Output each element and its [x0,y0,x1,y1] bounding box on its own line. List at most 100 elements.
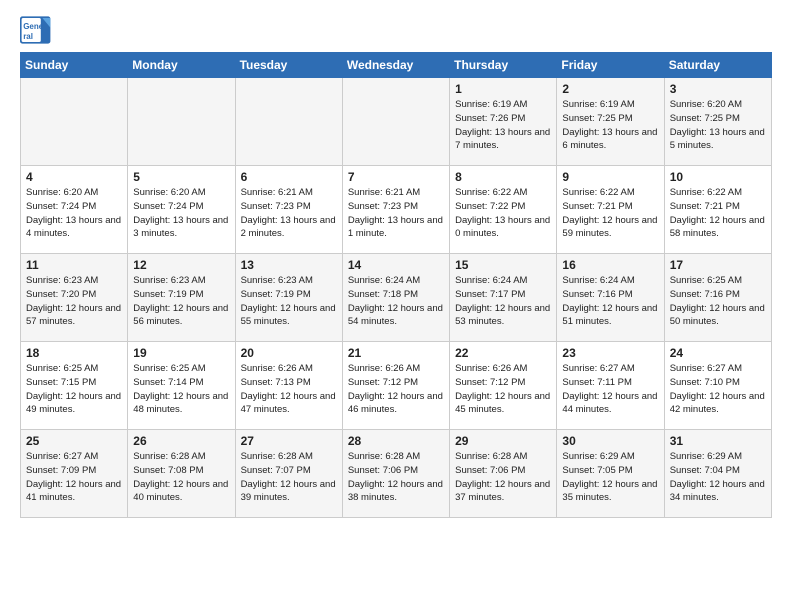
day-cell [342,78,449,166]
day-info: Sunrise: 6:28 AMSunset: 7:08 PMDaylight:… [133,450,229,505]
day-cell: 29 Sunrise: 6:28 AMSunset: 7:06 PMDayligh… [450,430,557,518]
day-cell: 3Sunrise: 6:20 AMSunset: 7:25 PMDaylight… [664,78,771,166]
day-number: 13 [241,258,337,272]
calendar-table: SundayMondayTuesdayWednesdayThursdayFrid… [20,52,772,518]
header-row: SundayMondayTuesdayWednesdayThursdayFrid… [21,53,772,78]
day-cell: 13 Sunrise: 6:23 AMSunset: 7:19 PMDayligh… [235,254,342,342]
logo: Gene- ral [20,16,56,44]
day-cell [128,78,235,166]
day-number: 27 [241,434,337,448]
day-number: 6 [241,170,337,184]
day-number: 29 [455,434,551,448]
day-info: Sunrise: 6:28 AMSunset: 7:06 PMDaylight:… [455,450,551,505]
day-cell: 10 Sunrise: 6:22 AMSunset: 7:21 PMDayligh… [664,166,771,254]
svg-text:Gene-: Gene- [23,22,46,31]
day-number: 17 [670,258,766,272]
day-info: Sunrise: 6:21 AMSunset: 7:23 PMDaylight:… [241,186,337,241]
day-cell: 11 Sunrise: 6:23 AMSunset: 7:20 PMDayligh… [21,254,128,342]
day-info: Sunrise: 6:23 AMSunset: 7:19 PMDaylight:… [133,274,229,329]
day-cell: 18 Sunrise: 6:25 AMSunset: 7:15 PMDayligh… [21,342,128,430]
day-number: 21 [348,346,444,360]
day-number: 30 [562,434,658,448]
logo-icon: Gene- ral [20,16,52,44]
day-info: Sunrise: 6:23 AMSunset: 7:19 PMDaylight:… [241,274,337,329]
week-row-2: 4 Sunrise: 6:20 AMSunset: 7:24 PMDaylight… [21,166,772,254]
day-info: Sunrise: 6:19 AMSunset: 7:26 PMDaylight:… [455,98,551,153]
header-day-saturday: Saturday [664,53,771,78]
day-info: Sunrise: 6:27 AMSunset: 7:09 PMDaylight:… [26,450,122,505]
day-info: Sunrise: 6:24 AMSunset: 7:18 PMDaylight:… [348,274,444,329]
day-cell: 28 Sunrise: 6:28 AMSunset: 7:06 PMDayligh… [342,430,449,518]
day-info: Sunrise: 6:25 AMSunset: 7:14 PMDaylight:… [133,362,229,417]
header-day-monday: Monday [128,53,235,78]
day-cell: 12 Sunrise: 6:23 AMSunset: 7:19 PMDayligh… [128,254,235,342]
calendar-body: 1 Sunrise: 6:19 AMSunset: 7:26 PMDaylight… [21,78,772,518]
day-cell: 22 Sunrise: 6:26 AMSunset: 7:12 PMDayligh… [450,342,557,430]
day-cell: 17 Sunrise: 6:25 AMSunset: 7:16 PMDayligh… [664,254,771,342]
day-cell: 21 Sunrise: 6:26 AMSunset: 7:12 PMDayligh… [342,342,449,430]
day-number: 18 [26,346,122,360]
day-number: 16 [562,258,658,272]
day-number: 10 [670,170,766,184]
day-cell: 30 Sunrise: 6:29 AMSunset: 7:05 PMDayligh… [557,430,664,518]
day-info: Sunrise: 6:20 AMSunset: 7:24 PMDaylight:… [133,186,229,241]
day-cell: 31 Sunrise: 6:29 AMSunset: 7:04 PMDayligh… [664,430,771,518]
day-cell: 26Sunrise: 6:28 AMSunset: 7:08 PMDayligh… [128,430,235,518]
day-info: Sunrise: 6:29 AMSunset: 7:04 PMDaylight:… [670,450,766,505]
day-cell: 19 Sunrise: 6:25 AMSunset: 7:14 PMDayligh… [128,342,235,430]
day-number: 31 [670,434,766,448]
week-row-1: 1 Sunrise: 6:19 AMSunset: 7:26 PMDaylight… [21,78,772,166]
day-cell: 9Sunrise: 6:22 AMSunset: 7:21 PMDaylight… [557,166,664,254]
day-info: Sunrise: 6:24 AMSunset: 7:17 PMDaylight:… [455,274,551,329]
day-info: Sunrise: 6:25 AMSunset: 7:16 PMDaylight:… [670,274,766,329]
svg-text:ral: ral [23,32,33,41]
day-cell: 15 Sunrise: 6:24 AMSunset: 7:17 PMDayligh… [450,254,557,342]
day-number: 3 [670,82,766,96]
day-info: Sunrise: 6:22 AMSunset: 7:21 PMDaylight:… [670,186,766,241]
day-info: Sunrise: 6:28 AMSunset: 7:06 PMDaylight:… [348,450,444,505]
day-number: 8 [455,170,551,184]
day-number: 11 [26,258,122,272]
day-info: Sunrise: 6:23 AMSunset: 7:20 PMDaylight:… [26,274,122,329]
day-info: Sunrise: 6:20 AMSunset: 7:24 PMDaylight:… [26,186,122,241]
day-info: Sunrise: 6:26 AMSunset: 7:12 PMDaylight:… [348,362,444,417]
day-info: Sunrise: 6:27 AMSunset: 7:11 PMDaylight:… [562,362,658,417]
day-cell: 2Sunrise: 6:19 AMSunset: 7:25 PMDaylight… [557,78,664,166]
day-number: 19 [133,346,229,360]
day-info: Sunrise: 6:25 AMSunset: 7:15 PMDaylight:… [26,362,122,417]
day-cell: 6 Sunrise: 6:21 AMSunset: 7:23 PMDaylight… [235,166,342,254]
day-number: 25 [26,434,122,448]
header-day-friday: Friday [557,53,664,78]
header-day-thursday: Thursday [450,53,557,78]
day-cell: 27 Sunrise: 6:28 AMSunset: 7:07 PMDayligh… [235,430,342,518]
header: Gene- ral [20,16,772,44]
header-day-wednesday: Wednesday [342,53,449,78]
day-number: 15 [455,258,551,272]
day-cell: 8Sunrise: 6:22 AMSunset: 7:22 PMDaylight… [450,166,557,254]
day-cell: 14 Sunrise: 6:24 AMSunset: 7:18 PMDayligh… [342,254,449,342]
day-number: 22 [455,346,551,360]
day-cell: 24Sunrise: 6:27 AMSunset: 7:10 PMDayligh… [664,342,771,430]
day-info: Sunrise: 6:26 AMSunset: 7:13 PMDaylight:… [241,362,337,417]
day-number: 20 [241,346,337,360]
day-cell: 20 Sunrise: 6:26 AMSunset: 7:13 PMDayligh… [235,342,342,430]
day-number: 1 [455,82,551,96]
day-cell: 4 Sunrise: 6:20 AMSunset: 7:24 PMDaylight… [21,166,128,254]
day-number: 12 [133,258,229,272]
day-number: 23 [562,346,658,360]
day-number: 14 [348,258,444,272]
header-day-sunday: Sunday [21,53,128,78]
day-number: 4 [26,170,122,184]
page: Gene- ral SundayMondayTuesdayWednesdayTh… [0,0,792,528]
day-number: 5 [133,170,229,184]
day-number: 2 [562,82,658,96]
day-cell: 5 Sunrise: 6:20 AMSunset: 7:24 PMDaylight… [128,166,235,254]
day-info: Sunrise: 6:28 AMSunset: 7:07 PMDaylight:… [241,450,337,505]
day-cell: 1 Sunrise: 6:19 AMSunset: 7:26 PMDaylight… [450,78,557,166]
day-info: Sunrise: 6:26 AMSunset: 7:12 PMDaylight:… [455,362,551,417]
day-number: 28 [348,434,444,448]
day-number: 9 [562,170,658,184]
day-info: Sunrise: 6:21 AMSunset: 7:23 PMDaylight:… [348,186,444,241]
day-cell: 7Sunrise: 6:21 AMSunset: 7:23 PMDaylight… [342,166,449,254]
day-info: Sunrise: 6:29 AMSunset: 7:05 PMDaylight:… [562,450,658,505]
